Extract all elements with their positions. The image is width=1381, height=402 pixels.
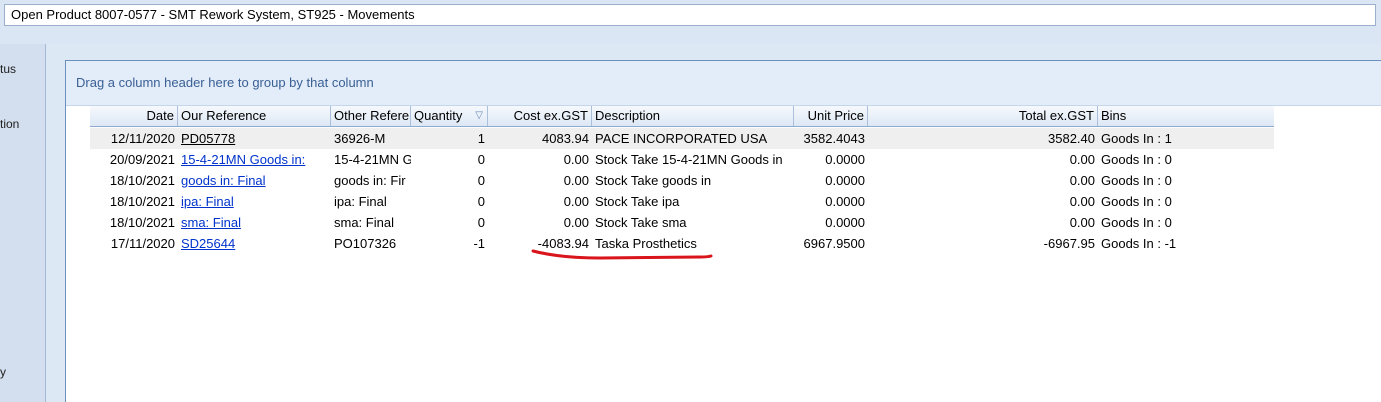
cell-date: 18/10/2021 bbox=[109, 215, 175, 230]
title-bar: Open Product 8007-0577 - SMT Rework Syst… bbox=[0, 0, 1381, 30]
cell-total: 0.00 bbox=[1069, 194, 1095, 209]
cell-other-reference: PO107326 bbox=[334, 236, 397, 251]
cell-total: -6967.95 bbox=[1043, 236, 1095, 251]
reference-link[interactable]: ipa: Final bbox=[181, 194, 234, 209]
cell-quantity: 1 bbox=[477, 131, 485, 146]
cell-other-reference: 36926-M bbox=[334, 131, 386, 146]
table-row[interactable]: 12/11/2020 PD05778 36926-M 1 4083.94 PACE INC… bbox=[90, 128, 1274, 149]
cell-unit-price: 6967.9500 bbox=[803, 236, 865, 251]
cell-cost: 0.00 bbox=[563, 215, 589, 230]
column-header-bins[interactable]: Bins bbox=[1098, 106, 1274, 126]
table-row[interactable]: 18/10/2021 goods in: Final goods in: Fir 0 0… bbox=[90, 170, 1274, 191]
cell-other-reference: ipa: Final bbox=[334, 194, 387, 209]
column-header-quantity-label: Quantity bbox=[414, 108, 463, 123]
table-row[interactable]: 18/10/2021 ipa: Final ipa: Final 0 0.00 Stock… bbox=[90, 191, 1274, 212]
cell-date: 20/09/2021 bbox=[109, 152, 175, 167]
table-row[interactable]: 20/09/2021 15-4-21MN Goods in: 15-4-21MN G… bbox=[90, 149, 1274, 170]
cell-quantity: -1 bbox=[473, 236, 485, 251]
cell-description: Stock Take 15-4-21MN Goods in bbox=[595, 152, 783, 167]
movements-grid: Drag a column header here to group by th… bbox=[65, 60, 1381, 402]
cell-bins: Goods In : 0 bbox=[1101, 152, 1172, 167]
cell-our-reference: SD25644 bbox=[178, 233, 331, 254]
cell-cost: 4083.94 bbox=[542, 131, 589, 146]
cell-cost: 0.00 bbox=[563, 173, 589, 188]
cell-total: 0.00 bbox=[1069, 152, 1095, 167]
cell-unit-price: 0.0000 bbox=[825, 194, 865, 209]
cell-our-reference: sma: Final bbox=[178, 212, 331, 233]
cell-unit-price: 0.0000 bbox=[825, 152, 865, 167]
column-header-date[interactable]: Date bbox=[90, 106, 178, 126]
reference-link[interactable]: sma: Final bbox=[181, 215, 241, 230]
sidebar: tus tion y bbox=[0, 44, 46, 402]
cell-date: 17/11/2020 bbox=[110, 236, 175, 251]
cell-bins: Goods In : -1 bbox=[1101, 236, 1177, 251]
cell-description: Stock Take goods in bbox=[595, 173, 712, 188]
cell-description: Stock Take sma bbox=[595, 215, 687, 230]
cell-bins: Goods In : 0 bbox=[1101, 173, 1172, 188]
cell-total: 0.00 bbox=[1069, 215, 1095, 230]
reference-link[interactable]: 15-4-21MN Goods in: bbox=[181, 152, 305, 167]
cell-unit-price: 0.0000 bbox=[825, 173, 865, 188]
cell-quantity: 0 bbox=[477, 152, 485, 167]
cell-bins: Goods In : 0 bbox=[1101, 215, 1172, 230]
column-header-cost[interactable]: Cost ex.GST bbox=[488, 106, 592, 126]
table-row[interactable]: 17/11/2020 SD25644 PO107326 -1 -4083.94 Taska… bbox=[90, 233, 1274, 254]
cell-other-reference: sma: Final bbox=[334, 215, 394, 230]
column-header-description[interactable]: Description bbox=[592, 106, 794, 126]
cell-our-reference: ipa: Final bbox=[178, 191, 331, 212]
reference-link[interactable]: goods in: Final bbox=[181, 173, 266, 188]
cell-quantity: 0 bbox=[477, 173, 485, 188]
cell-unit-price: 3582.4043 bbox=[803, 131, 865, 146]
grid-header: Date Our Reference Other Reference Quant… bbox=[90, 106, 1274, 127]
cell-our-reference: PD05778 bbox=[178, 128, 331, 149]
column-header-quantity[interactable]: Quantity ▽ bbox=[411, 106, 488, 126]
sidebar-item-status[interactable]: tus bbox=[0, 62, 16, 76]
sidebar-item-history[interactable]: y bbox=[0, 365, 6, 379]
cell-date: 12/11/2020 bbox=[110, 131, 175, 146]
cell-other-reference: goods in: Fir bbox=[334, 173, 406, 188]
sidebar-item-location[interactable]: tion bbox=[0, 117, 19, 131]
cell-bins: Goods In : 1 bbox=[1101, 131, 1172, 146]
cell-quantity: 0 bbox=[477, 215, 485, 230]
toolbar-band bbox=[0, 30, 1381, 44]
cell-description: Taska Prosthetics bbox=[595, 236, 697, 251]
window-title: Open Product 8007-0577 - SMT Rework Syst… bbox=[4, 4, 1376, 26]
reference-link[interactable]: SD25644 bbox=[181, 236, 235, 251]
cell-cost: 0.00 bbox=[563, 194, 589, 209]
cell-our-reference: goods in: Final bbox=[178, 170, 331, 191]
cell-total: 0.00 bbox=[1069, 173, 1095, 188]
column-header-other-reference[interactable]: Other Reference bbox=[331, 106, 411, 126]
cell-date: 18/10/2021 bbox=[109, 194, 175, 209]
group-by-hint: Drag a column header here to group by th… bbox=[76, 75, 374, 90]
cell-our-reference: 15-4-21MN Goods in: bbox=[178, 149, 331, 170]
cell-description: Stock Take ipa bbox=[595, 194, 680, 209]
group-by-panel[interactable]: Drag a column header here to group by th… bbox=[66, 61, 1381, 106]
cell-bins: Goods In : 0 bbox=[1101, 194, 1172, 209]
column-header-our-reference[interactable]: Our Reference bbox=[178, 106, 331, 126]
column-header-unit-price[interactable]: Unit Price bbox=[794, 106, 868, 126]
cell-other-reference: 15-4-21MN G bbox=[334, 152, 411, 167]
sort-descending-icon[interactable]: ▽ bbox=[475, 106, 483, 126]
reference-link[interactable]: PD05778 bbox=[181, 131, 235, 146]
cell-date: 18/10/2021 bbox=[109, 173, 175, 188]
cell-description: PACE INCORPORATED USA bbox=[595, 131, 768, 146]
cell-total: 3582.40 bbox=[1048, 131, 1095, 146]
cell-unit-price: 0.0000 bbox=[825, 215, 865, 230]
cell-cost: 0.00 bbox=[563, 152, 589, 167]
cell-quantity: 0 bbox=[477, 194, 485, 209]
cell-cost: -4083.94 bbox=[537, 236, 589, 251]
column-header-total[interactable]: Total ex.GST bbox=[868, 106, 1098, 126]
table-row[interactable]: 18/10/2021 sma: Final sma: Final 0 0.00 Stock… bbox=[90, 212, 1274, 233]
